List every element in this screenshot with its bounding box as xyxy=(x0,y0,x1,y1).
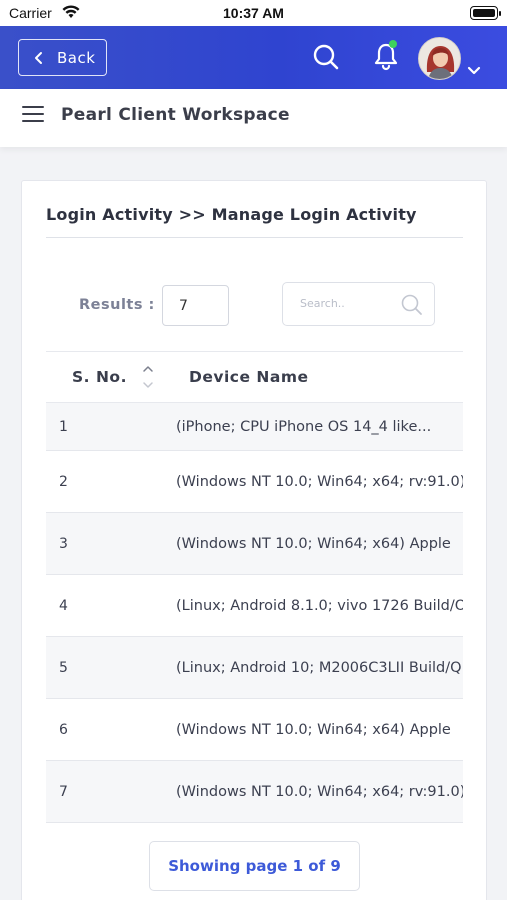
search-placeholder: Search.. xyxy=(300,297,345,310)
table-row[interactable]: 7 (Windows NT 10.0; Win64; x64; rv:91.0) xyxy=(46,761,463,823)
avatar[interactable] xyxy=(418,37,461,80)
chevron-left-icon xyxy=(35,51,42,64)
search-icon xyxy=(401,294,422,315)
cell-sno: 7 xyxy=(59,783,68,800)
table-row[interactable]: 1 (iPhone; CPU iPhone OS 14_4 like... xyxy=(46,403,463,451)
results-label: Results : xyxy=(79,297,155,313)
table-header: S. No. Device Name xyxy=(46,351,463,403)
search-input[interactable]: Search.. xyxy=(282,282,435,326)
table-row[interactable]: 4 (Linux; Android 8.1.0; vivo 1726 Build… xyxy=(46,575,463,637)
pagination-status[interactable]: Showing page 1 of 9 xyxy=(149,841,360,891)
menu-icon[interactable] xyxy=(22,106,44,128)
clock: 10:37 AM xyxy=(223,5,284,21)
workspace-title: Pearl Client Workspace xyxy=(61,105,290,125)
cell-device-name: (Windows NT 10.0; Win64; x64; rv:91.0) xyxy=(176,783,463,800)
back-label: Back xyxy=(57,48,96,67)
column-header-device-name[interactable]: Device Name xyxy=(189,368,309,386)
login-activity-table: S. No. Device Name 1 (iPhone; CPU iPhone… xyxy=(46,351,463,823)
cell-sno: 4 xyxy=(59,597,68,614)
cell-device-name: (Windows NT 10.0; Win64; x64) Apple xyxy=(176,721,451,738)
search-icon[interactable] xyxy=(312,43,340,71)
workspace-bar: Pearl Client Workspace xyxy=(0,89,507,147)
login-activity-card: Login Activity >> Manage Login Activity … xyxy=(21,180,487,900)
cell-device-name: (iPhone; CPU iPhone OS 14_4 like... xyxy=(176,418,432,435)
cell-device-name: (Linux; Android 10; M2006C3LII Build/Q xyxy=(176,659,462,676)
cell-sno: 2 xyxy=(59,473,68,490)
cell-sno: 5 xyxy=(59,659,68,676)
back-button[interactable]: Back xyxy=(18,39,107,76)
user-avatar-icon xyxy=(419,38,460,79)
table-row[interactable]: 3 (Windows NT 10.0; Win64; x64) Apple xyxy=(46,513,463,575)
results-count-input[interactable] xyxy=(162,285,229,326)
table-row[interactable]: 2 (Windows NT 10.0; Win64; x64; rv:91.0) xyxy=(46,451,463,513)
notifications-button[interactable] xyxy=(372,40,400,71)
battery-icon xyxy=(470,6,501,20)
table-row[interactable]: 6 (Windows NT 10.0; Win64; x64) Apple xyxy=(46,699,463,761)
cell-device-name: (Windows NT 10.0; Win64; x64) Apple xyxy=(176,535,451,552)
divider xyxy=(46,237,463,238)
sort-icon[interactable] xyxy=(142,363,154,391)
cell-device-name: (Windows NT 10.0; Win64; x64; rv:91.0) xyxy=(176,473,463,490)
cell-device-name: (Linux; Android 8.1.0; vivo 1726 Build/O xyxy=(176,597,463,614)
app-header: Back xyxy=(0,26,507,89)
status-bar: Carrier 10:37 AM xyxy=(0,0,507,26)
notification-dot xyxy=(389,40,397,48)
cell-sno: 3 xyxy=(59,535,68,552)
table-row[interactable]: 5 (Linux; Android 10; M2006C3LII Build/Q xyxy=(46,637,463,699)
column-header-sno[interactable]: S. No. xyxy=(72,368,127,386)
chevron-down-icon[interactable] xyxy=(466,64,482,78)
breadcrumb: Login Activity >> Manage Login Activity xyxy=(46,205,417,224)
cell-sno: 1 xyxy=(59,418,68,435)
cell-sno: 6 xyxy=(59,721,68,738)
